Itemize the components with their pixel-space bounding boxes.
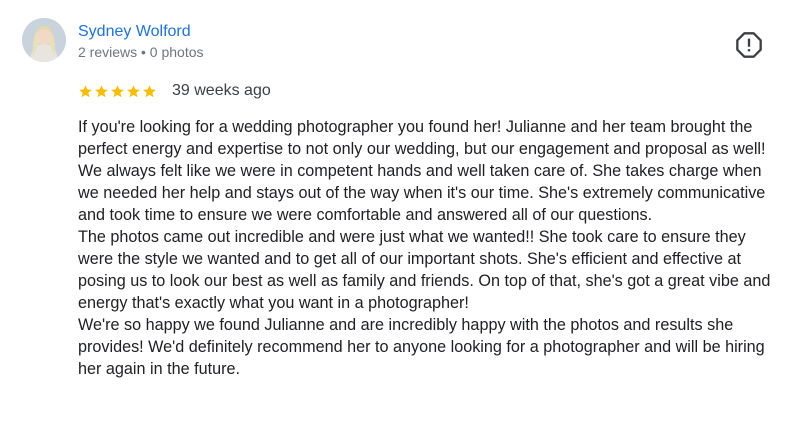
star-icon	[79, 84, 92, 97]
review-text: If you're looking for a wedding photogra…	[78, 116, 778, 380]
review-paragraph: We're so happy we found Julianne and are…	[78, 316, 765, 378]
avatar[interactable]	[22, 18, 66, 62]
reviewer-name[interactable]: Sydney Wolford	[78, 22, 191, 42]
reviewer-meta: 2 reviews • 0 photos	[78, 44, 204, 60]
star-icon	[111, 84, 124, 97]
star-rating	[78, 84, 157, 99]
review-time: 39 weeks ago	[172, 82, 271, 99]
review-card: Sydney Wolford 2 reviews • 0 photos 39 w…	[0, 0, 800, 435]
star-icon	[95, 84, 108, 97]
report-flag-icon[interactable]	[735, 31, 763, 59]
rating-row: 39 weeks ago	[78, 80, 271, 102]
review-paragraph: If you're looking for a wedding photogra…	[78, 118, 766, 224]
star-icon	[127, 84, 140, 97]
review-paragraph: The photos came out incredible and were …	[78, 228, 771, 312]
star-icon	[143, 84, 156, 97]
